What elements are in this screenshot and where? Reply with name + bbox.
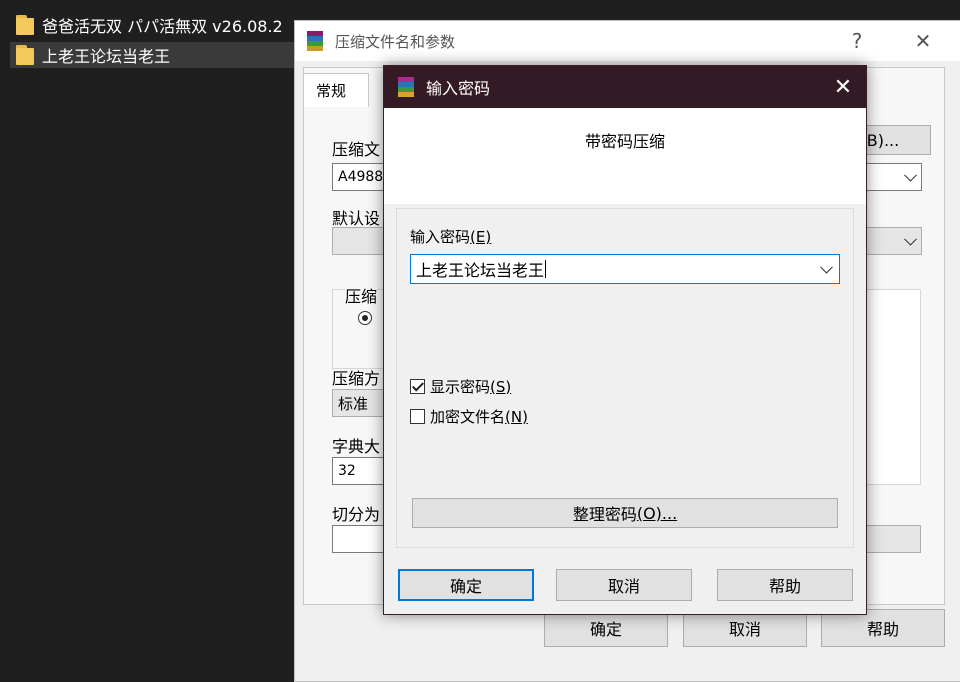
file-name: 爸爸活无双 パパ活無双 v26.08.2 bbox=[42, 17, 283, 36]
password-dialog: 输入密码 ✕ 带密码压缩 输入密码(E) 上老王论坛当老王 显示密码 (S) 加密… bbox=[383, 65, 867, 615]
format-group-label: 压缩 bbox=[345, 283, 378, 307]
format-radio[interactable] bbox=[358, 311, 372, 325]
file-name: 上老王论坛当老王 bbox=[42, 47, 171, 66]
password-input[interactable]: 上老王论坛当老王 bbox=[410, 254, 840, 284]
archive-name-value: A4988 bbox=[338, 169, 384, 185]
folder-icon bbox=[16, 45, 34, 65]
password-help-button[interactable]: 帮助 bbox=[717, 569, 853, 601]
organize-passwords-button[interactable]: 整理密码 (O)... bbox=[412, 498, 838, 528]
folder-icon bbox=[16, 15, 34, 35]
method-label: 压缩方 bbox=[332, 369, 381, 388]
password-dialog-titlebar: 输入密码 ✕ bbox=[384, 66, 866, 108]
close-icon[interactable]: ✕ bbox=[820, 66, 866, 108]
dictionary-value: 32 bbox=[338, 463, 356, 479]
dictionary-label: 字典大 bbox=[332, 437, 381, 456]
archive-dialog-titlebar: 压缩文件名和参数 ? ✕ bbox=[295, 21, 960, 61]
help-icon[interactable]: ? bbox=[835, 21, 879, 61]
archive-name-label: 压缩文 bbox=[332, 140, 381, 159]
options-panel bbox=[865, 289, 921, 485]
split-unit-select[interactable] bbox=[865, 525, 921, 553]
checkbox-checked-icon[interactable] bbox=[410, 379, 425, 394]
file-item-selected[interactable]: 上老王论坛当老王 bbox=[10, 42, 294, 68]
close-icon[interactable]: ✕ bbox=[901, 21, 945, 61]
encrypt-filenames-checkbox[interactable]: 加密文件名 (N) bbox=[410, 406, 528, 427]
password-cancel-button[interactable]: 取消 bbox=[556, 569, 692, 601]
encrypt-filenames-label: 加密文件名 bbox=[430, 408, 506, 426]
password-dialog-title: 输入密码 bbox=[426, 79, 491, 98]
checkbox-unchecked-icon[interactable] bbox=[410, 409, 425, 424]
password-ok-button[interactable]: 确定 bbox=[398, 569, 534, 601]
split-label: 切分为 bbox=[332, 505, 381, 524]
tab-general[interactable]: 常规 bbox=[303, 73, 369, 107]
archive-dialog-title: 压缩文件名和参数 bbox=[335, 32, 456, 51]
password-value: 上老王论坛当老王 bbox=[416, 261, 545, 280]
enter-password-label: 输入密码(E) bbox=[410, 228, 492, 246]
winrar-icon bbox=[396, 77, 416, 97]
method-value: 标准 bbox=[338, 394, 369, 413]
winrar-icon bbox=[305, 31, 325, 51]
text-cursor bbox=[545, 260, 547, 278]
profile-label: 默认设 bbox=[332, 209, 381, 228]
chevron-down-icon[interactable] bbox=[904, 232, 917, 246]
chevron-down-icon[interactable] bbox=[820, 260, 833, 274]
file-item[interactable]: 爸爸活无双 パパ活無双 v26.08.2 bbox=[10, 12, 283, 38]
show-password-label: 显示密码 bbox=[430, 378, 491, 396]
show-password-checkbox[interactable]: 显示密码 (S) bbox=[410, 376, 511, 397]
password-header-text: 带密码压缩 bbox=[584, 132, 665, 151]
password-header-area bbox=[384, 108, 866, 204]
chevron-down-icon[interactable] bbox=[904, 168, 917, 182]
